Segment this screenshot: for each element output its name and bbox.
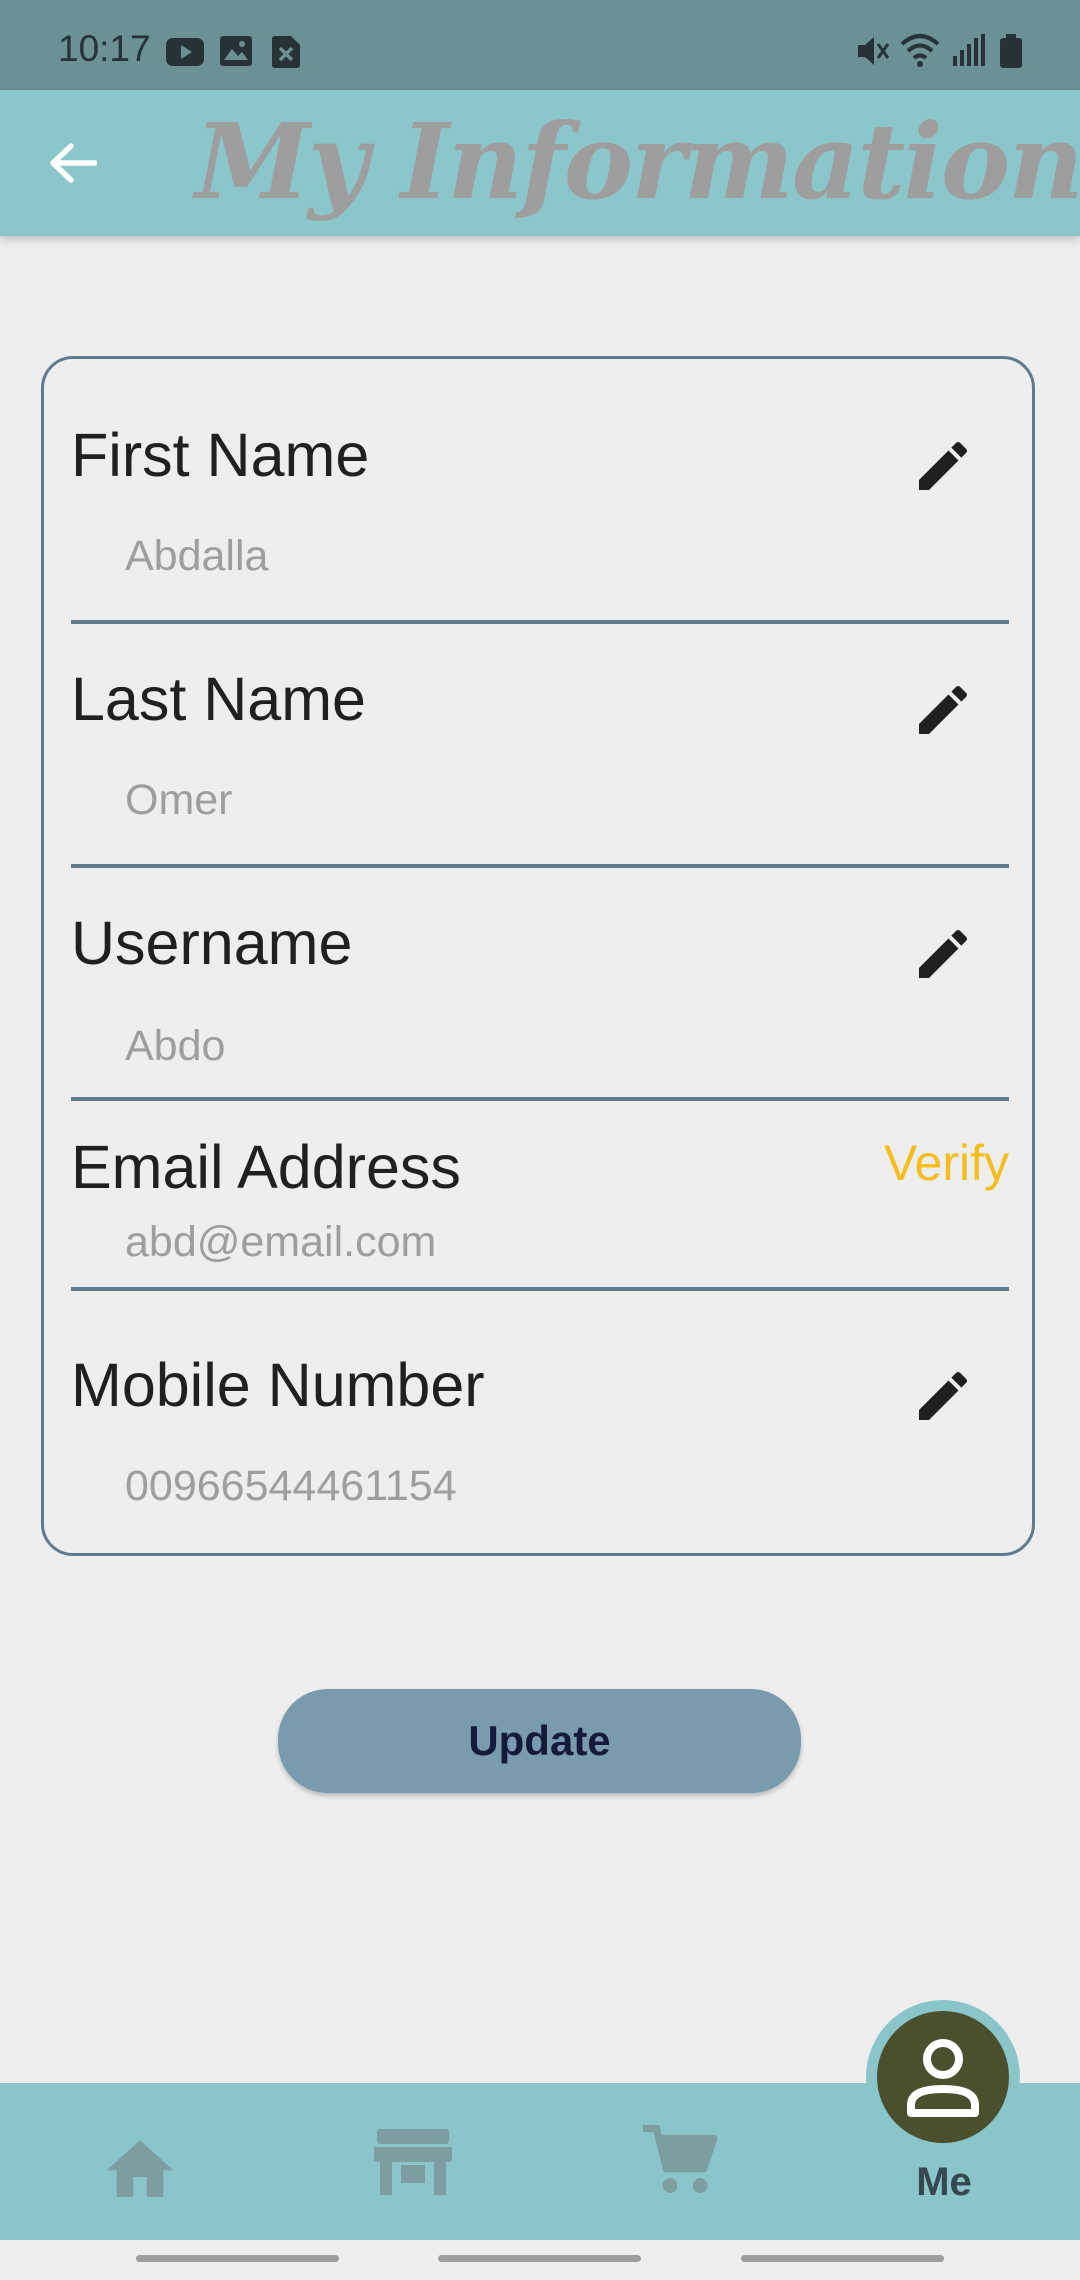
nav-cart[interactable]: [620, 2083, 740, 2240]
divider: [71, 1287, 1009, 1291]
pencil-icon: [919, 929, 968, 978]
page-title: My Information: [195, 100, 1080, 223]
store-icon: [374, 2128, 452, 2195]
field-label: Email Address: [71, 1133, 461, 1201]
status-time: 10:17: [58, 28, 151, 69]
battery-icon: [1000, 34, 1022, 68]
update-button[interactable]: Update: [278, 1689, 801, 1793]
status-bar: 10:17: [0, 0, 1080, 90]
field-value: Omer: [125, 776, 233, 824]
divider: [71, 1097, 1009, 1101]
youtube-icon: [166, 38, 204, 66]
last-name-field: Last Name Omer: [71, 664, 1009, 864]
edit-mobile-number-button[interactable]: [905, 1358, 981, 1434]
wifi-icon: [900, 34, 940, 67]
gallery-icon: [220, 36, 252, 66]
edit-first-name-button[interactable]: [905, 428, 981, 504]
pencil-icon: [919, 441, 968, 490]
verify-email-button[interactable]: Verify: [884, 1134, 1009, 1192]
back-button[interactable]: [40, 120, 106, 206]
pencil-icon: [919, 1371, 968, 1420]
field-label: Last Name: [71, 665, 366, 733]
email-field: Email Address abd@email.com Verify: [71, 1132, 1009, 1282]
first-name-field: First Name Abdalla: [71, 420, 1009, 620]
gesture-bar: [0, 2240, 1080, 2280]
gesture-pill: [741, 2255, 944, 2262]
gesture-pill: [438, 2255, 641, 2262]
nav-me[interactable]: [866, 2000, 1020, 2154]
edit-username-button[interactable]: [905, 916, 981, 992]
nav-me-label[interactable]: Me: [900, 2160, 988, 2205]
field-value: Abdo: [125, 1022, 226, 1070]
field-value: 00966544461154: [125, 1462, 457, 1510]
nav-store[interactable]: [353, 2083, 473, 2240]
signal-icon: [953, 34, 985, 66]
app-bar: My Information: [0, 90, 1080, 236]
divider: [71, 864, 1009, 868]
field-label: Username: [71, 909, 353, 977]
field-label: First Name: [71, 421, 370, 489]
person-icon: [907, 2039, 979, 2117]
pencil-icon: [919, 685, 968, 734]
field-label: Mobile Number: [71, 1351, 485, 1419]
arrow-left-icon: [50, 143, 97, 183]
username-field: Username Abdo: [71, 908, 1009, 1108]
gesture-pill: [136, 2255, 339, 2262]
nav-home[interactable]: [80, 2083, 200, 2240]
field-value: Abdalla: [125, 532, 269, 580]
mute-icon: [858, 37, 890, 65]
edit-last-name-button[interactable]: [905, 672, 981, 748]
doc-icon: [272, 36, 300, 68]
avatar: [877, 2011, 1009, 2143]
cart-icon: [643, 2124, 718, 2193]
home-icon: [106, 2139, 174, 2197]
divider: [71, 620, 1009, 624]
field-value: abd@email.com: [125, 1218, 437, 1266]
mobile-number-field: Mobile Number 00966544461154: [71, 1350, 1009, 1520]
